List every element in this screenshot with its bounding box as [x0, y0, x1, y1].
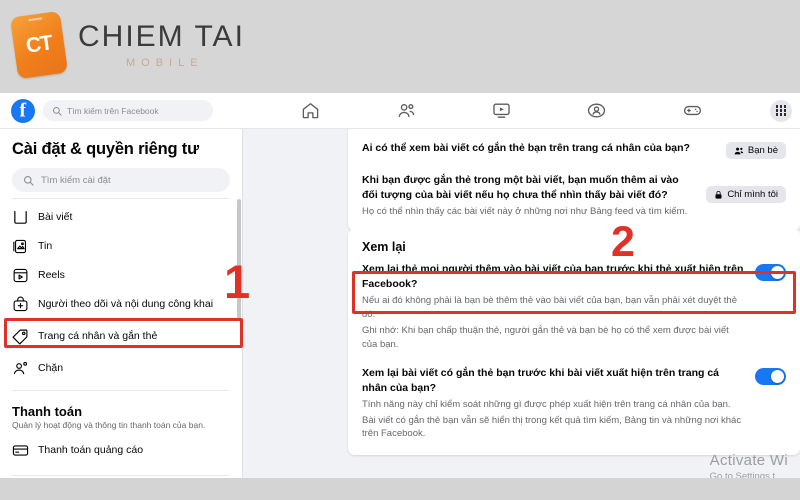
settings-search-input[interactable]: Tìm kiếm cài đặt [12, 168, 230, 192]
sidebar-item-label: Tin [38, 239, 53, 252]
posts-icon [12, 209, 29, 226]
annotation-box-2 [352, 271, 796, 314]
row-spacer [362, 159, 786, 173]
sidebar-item-label: Bài viết [38, 210, 73, 223]
pill-label: Chỉ mình tôi [727, 189, 778, 200]
setting-description: Bài viết có gắn thẻ bạn vẫn sẽ hiển thị … [362, 414, 742, 440]
bottom-gray-band [0, 478, 800, 500]
search-icon [52, 106, 62, 116]
setting-question: Xem lại bài viết có gắn thẻ bạn trước kh… [362, 366, 719, 394]
credit-card-icon [12, 442, 29, 459]
tagging-settings-card: Ai có thể xem bài viết có gắn thẻ bạn tr… [348, 129, 800, 232]
setting-description: Tính năng này chỉ kiểm soát những gì đượ… [362, 398, 731, 410]
setting-question: Ai có thể xem bài viết có gắn thẻ bạn tr… [362, 142, 690, 154]
setting-text: Ai có thể xem bài viết có gắn thẻ bạn tr… [362, 141, 716, 156]
search-icon [24, 175, 34, 186]
site-logo-banner: CT CHIEM TAI MOBILE [0, 0, 800, 93]
audience-pill-only-me[interactable]: Chỉ mình tôi [706, 186, 786, 203]
brand-subtitle: MOBILE [126, 56, 204, 69]
sidebar-item-followers[interactable]: Người theo dõi và nội dung công khai [0, 290, 242, 319]
sidebar-item-label: Người theo dõi và nội dung công khai [38, 297, 214, 310]
sidebar-item-label: Reels [38, 268, 65, 281]
pill-label: Bạn bè [747, 145, 778, 156]
setting-description: Họ có thể nhìn thấy các bài viết này ở n… [362, 206, 688, 218]
grid-menu-icon[interactable] [770, 99, 792, 122]
brand-title: CHIEM TAI [78, 19, 245, 53]
facebook-search-input[interactable]: Tìm kiếm trên Facebook [43, 100, 213, 121]
review-settings-card: Xem lại Xem lại thẻ mọi người thêm vào b… [348, 229, 800, 456]
setting-text: Khi bạn được gắn thẻ trong một bài viết,… [362, 173, 696, 219]
sidebar-divider [12, 198, 230, 199]
block-user-icon [12, 360, 29, 377]
gaming-icon[interactable] [683, 101, 702, 120]
setting-text: Xem lại bài viết có gắn thẻ bạn trước kh… [362, 366, 745, 442]
settings-search-placeholder: Tìm kiếm cài đặt [41, 174, 111, 186]
sidebar-item-stories[interactable]: Tin [0, 232, 242, 261]
facebook-nav-icon-group [213, 101, 770, 120]
setting-row-review-tagged-posts: Xem lại bài viết có gắn thẻ bạn trước kh… [362, 366, 786, 442]
sidebar-item-posts[interactable]: Bài viết [0, 203, 242, 232]
facebook-search-placeholder: Tìm kiếm trên Facebook [67, 105, 159, 116]
reels-icon [12, 267, 29, 284]
setting-question: Khi bạn được gắn thẻ trong một bài viết,… [362, 174, 679, 202]
friends-icon [734, 147, 744, 154]
home-icon[interactable] [301, 101, 320, 120]
sidebar-item-label: Thanh toán quảng cáo [38, 444, 144, 457]
windows-activation-watermark: Activate Wi Go to Settings t [710, 452, 788, 478]
sidebar-item-reels[interactable]: Reels [0, 261, 242, 290]
brand-wordmark: CHIEM TAI MOBILE [74, 19, 245, 69]
annotation-number-2: 2 [611, 218, 635, 266]
setting-row-who-can-see-tagged-posts: Ai có thể xem bài viết có gắn thẻ bạn tr… [362, 141, 786, 159]
facebook-logo-icon[interactable] [11, 98, 35, 123]
sidebar-item-label: Chặn [38, 361, 64, 374]
groups-icon[interactable] [587, 101, 606, 120]
row-spacer [362, 352, 786, 366]
brand-logo: CT CHIEM TAI MOBILE [9, 10, 245, 80]
setting-description: Ghi nhớ: Khi bạn chấp thuận thẻ, người g… [362, 324, 729, 350]
page-title: Cài đặt & quyền riêng tư [12, 140, 199, 158]
friends-icon[interactable] [397, 101, 416, 120]
section-description: Quản lý hoạt động và thông tin thanh toá… [12, 420, 206, 430]
lock-icon [715, 190, 722, 199]
chiem-tai-phone-icon: CT [9, 10, 69, 80]
video-icon[interactable] [492, 101, 511, 120]
sidebar-item-blocking[interactable]: Chặn [0, 354, 242, 383]
setting-row-add-audience-when-tagged: Khi bạn được gắn thẻ trong một bài viết,… [362, 173, 786, 219]
annotation-number-1: 1 [224, 255, 251, 308]
review-section-title: Xem lại [362, 240, 406, 254]
section-title: Thanh toán [12, 404, 83, 419]
followers-icon [12, 296, 29, 313]
grid-dots [775, 105, 787, 116]
logo-mark-text: CT [24, 31, 54, 58]
stories-icon [12, 238, 29, 255]
toggle-review-tagged-posts[interactable] [755, 367, 786, 385]
sidebar-item-ad-payments[interactable]: Thanh toán quảng cáo [0, 436, 242, 465]
audience-pill-friends[interactable]: Bạn bè [725, 142, 786, 159]
annotation-box-1 [4, 318, 243, 348]
facebook-top-navbar: Tìm kiếm trên Facebook [0, 93, 800, 129]
sidebar-divider [12, 475, 230, 477]
watermark-line-2: Go to Settings t [709, 471, 776, 478]
settings-sidebar: Cài đặt & quyền riêng tư Tìm kiếm cài đặ… [0, 129, 243, 478]
sidebar-divider [12, 390, 230, 391]
sidebar-section-payments: Thanh toán Quản lý hoạt động và thông ti… [0, 395, 242, 432]
